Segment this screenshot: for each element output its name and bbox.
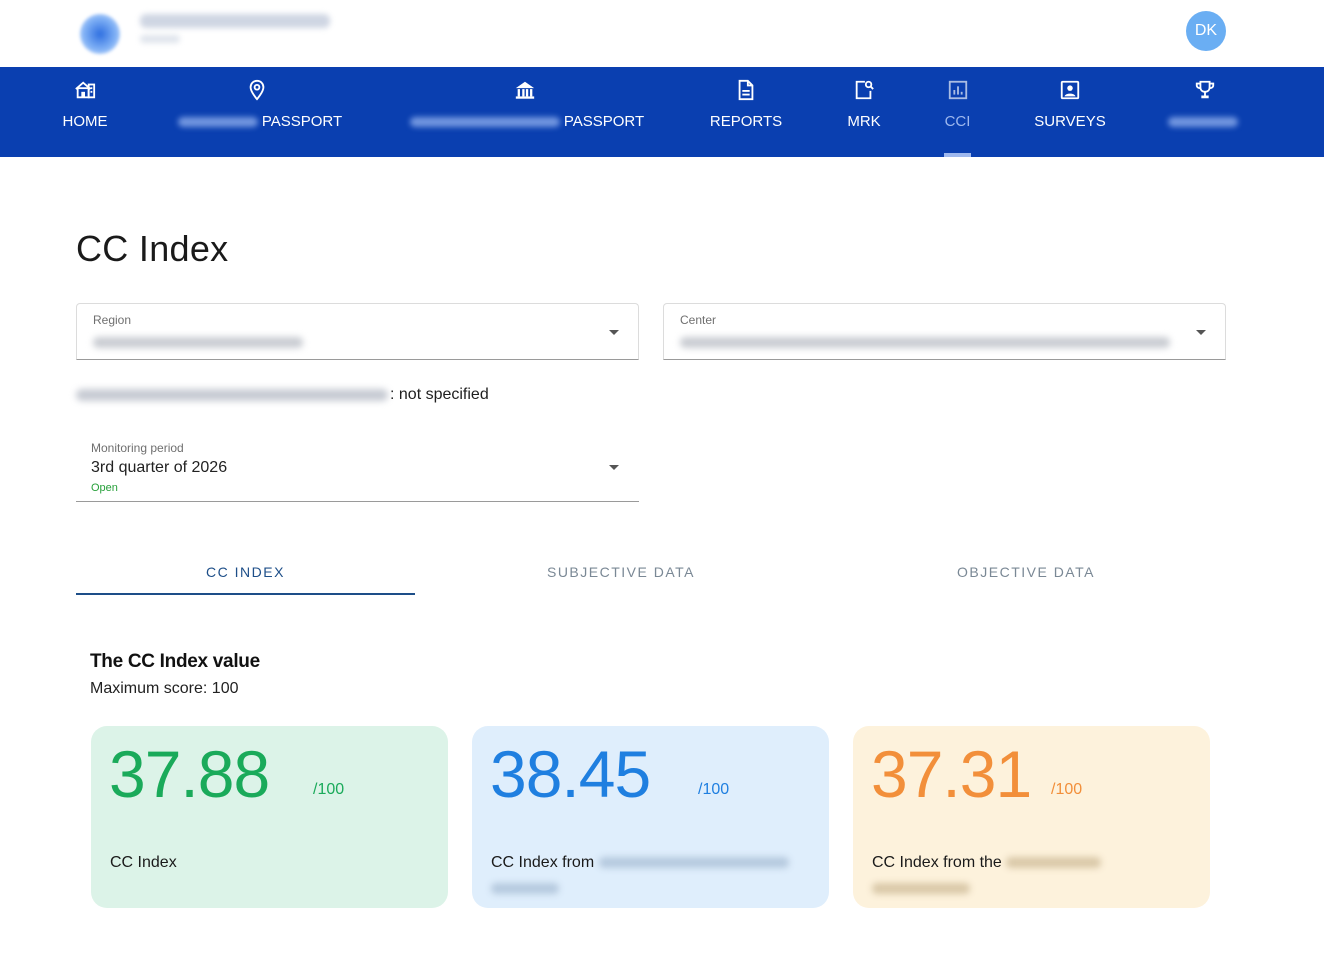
main-nav: HOME PASSPORT PASSPORT REPORTS MRK CCI S… <box>0 67 1324 157</box>
index-tabs: CC INDEX SUBJECTIVE DATA OBJECTIVE DATA <box>76 550 1226 596</box>
chevron-down-icon <box>609 330 619 335</box>
redacted-text <box>598 857 789 869</box>
trophy-icon <box>1195 80 1215 99</box>
region-select[interactable]: Region <box>76 303 639 360</box>
modernization-wave-value: : not specified <box>390 386 489 403</box>
center-select-label: Center <box>680 313 717 327</box>
monitoring-period-status: Open <box>91 482 118 494</box>
nav-item-home[interactable]: HOME <box>55 67 115 157</box>
organization-logo <box>80 14 120 54</box>
score-caption: CC Index from the <box>872 850 1192 902</box>
user-avatar[interactable]: DK <box>1186 11 1226 51</box>
nav-item-reports[interactable]: REPORTS <box>700 67 792 157</box>
document-search-icon <box>855 80 874 100</box>
redacted-text <box>177 117 258 128</box>
redacted-text <box>1168 117 1238 128</box>
tab-cc-index[interactable]: CC INDEX <box>76 550 415 594</box>
tab-subjective-data[interactable]: SUBJECTIVE DATA <box>451 550 791 594</box>
nav-label-surveys: SURVEYS <box>1034 113 1106 130</box>
top-bar: DK <box>0 0 1324 67</box>
nav-label-regional-passport: PASSPORT <box>170 113 350 130</box>
chevron-down-icon <box>1196 330 1206 335</box>
redacted-text <box>872 883 970 895</box>
home-building-icon <box>75 81 96 99</box>
score-max: /100 <box>698 781 730 798</box>
score-value: 37.88 <box>109 737 270 811</box>
nav-label-cci: CCI <box>944 113 971 130</box>
organization-subtitle-redacted <box>140 35 180 43</box>
score-caption-text: CC Index from <box>491 854 595 871</box>
tab-objective-data[interactable]: OBJECTIVE DATA <box>856 550 1196 594</box>
region-select-label: Region <box>93 313 132 327</box>
page-title: CC Index <box>76 228 229 269</box>
nav-label-center-passport: PASSPORT <box>402 113 652 130</box>
monitoring-period-label: Monitoring period <box>91 441 184 455</box>
score-caption-text: CC Index <box>110 854 177 871</box>
score-caption-text: CC Index from the <box>872 854 1002 871</box>
bar-chart-icon <box>948 80 967 100</box>
monitoring-period-value: 3rd quarter of 2026 <box>91 459 228 476</box>
score-value: 37.31 <box>871 737 1032 811</box>
nav-item-rating[interactable] <box>1160 67 1250 157</box>
section-subtitle: Maximum score: 100 <box>90 680 239 697</box>
nav-label-home: HOME <box>62 113 108 130</box>
score-card-job-seekers: 38.45 /100 CC Index from <box>472 726 829 908</box>
nav-item-surveys[interactable]: SURVEYS <box>1025 67 1115 157</box>
redacted-text <box>76 388 388 401</box>
score-caption: CC Index from <box>491 850 811 902</box>
institution-icon <box>515 81 535 99</box>
monitoring-period-select[interactable]: Monitoring period 3rd quarter of 2026 Op… <box>76 437 639 502</box>
nav-label-text: PASSPORT <box>563 113 645 130</box>
score-card-employers: 37.31 /100 CC Index from the <box>853 726 1210 908</box>
score-max: /100 <box>313 781 345 798</box>
chevron-down-icon <box>609 465 619 470</box>
redacted-text <box>491 883 559 895</box>
tab-active-indicator <box>76 593 415 595</box>
nav-label-rating <box>1160 113 1250 130</box>
section-title: The CC Index value <box>90 651 260 672</box>
score-value: 38.45 <box>490 737 651 811</box>
center-select[interactable]: Center <box>663 303 1226 360</box>
score-card-cc-index: 37.88 /100 CC Index <box>91 726 448 908</box>
modernization-wave-info: : not specified <box>76 386 489 404</box>
score-caption: CC Index <box>110 850 430 876</box>
nav-item-mrk[interactable]: MRK <box>834 67 894 157</box>
region-select-value-redacted <box>93 337 303 348</box>
nav-item-cci[interactable]: CCI <box>930 67 985 157</box>
center-select-value-redacted <box>680 337 1170 348</box>
nav-label-mrk: MRK <box>847 113 881 130</box>
score-max: /100 <box>1051 781 1083 798</box>
nav-active-indicator <box>944 153 971 157</box>
nav-label-text: PASSPORT <box>261 113 343 130</box>
redacted-text <box>1006 857 1102 869</box>
nav-item-center-passport[interactable]: PASSPORT <box>402 67 652 157</box>
nav-item-regional-passport[interactable]: PASSPORT <box>170 67 350 157</box>
organization-name-redacted <box>140 14 330 28</box>
document-icon <box>738 79 754 101</box>
redacted-text <box>409 117 560 128</box>
nav-label-reports: REPORTS <box>709 113 783 130</box>
survey-person-icon <box>1060 80 1080 100</box>
map-pin-icon <box>249 79 265 101</box>
